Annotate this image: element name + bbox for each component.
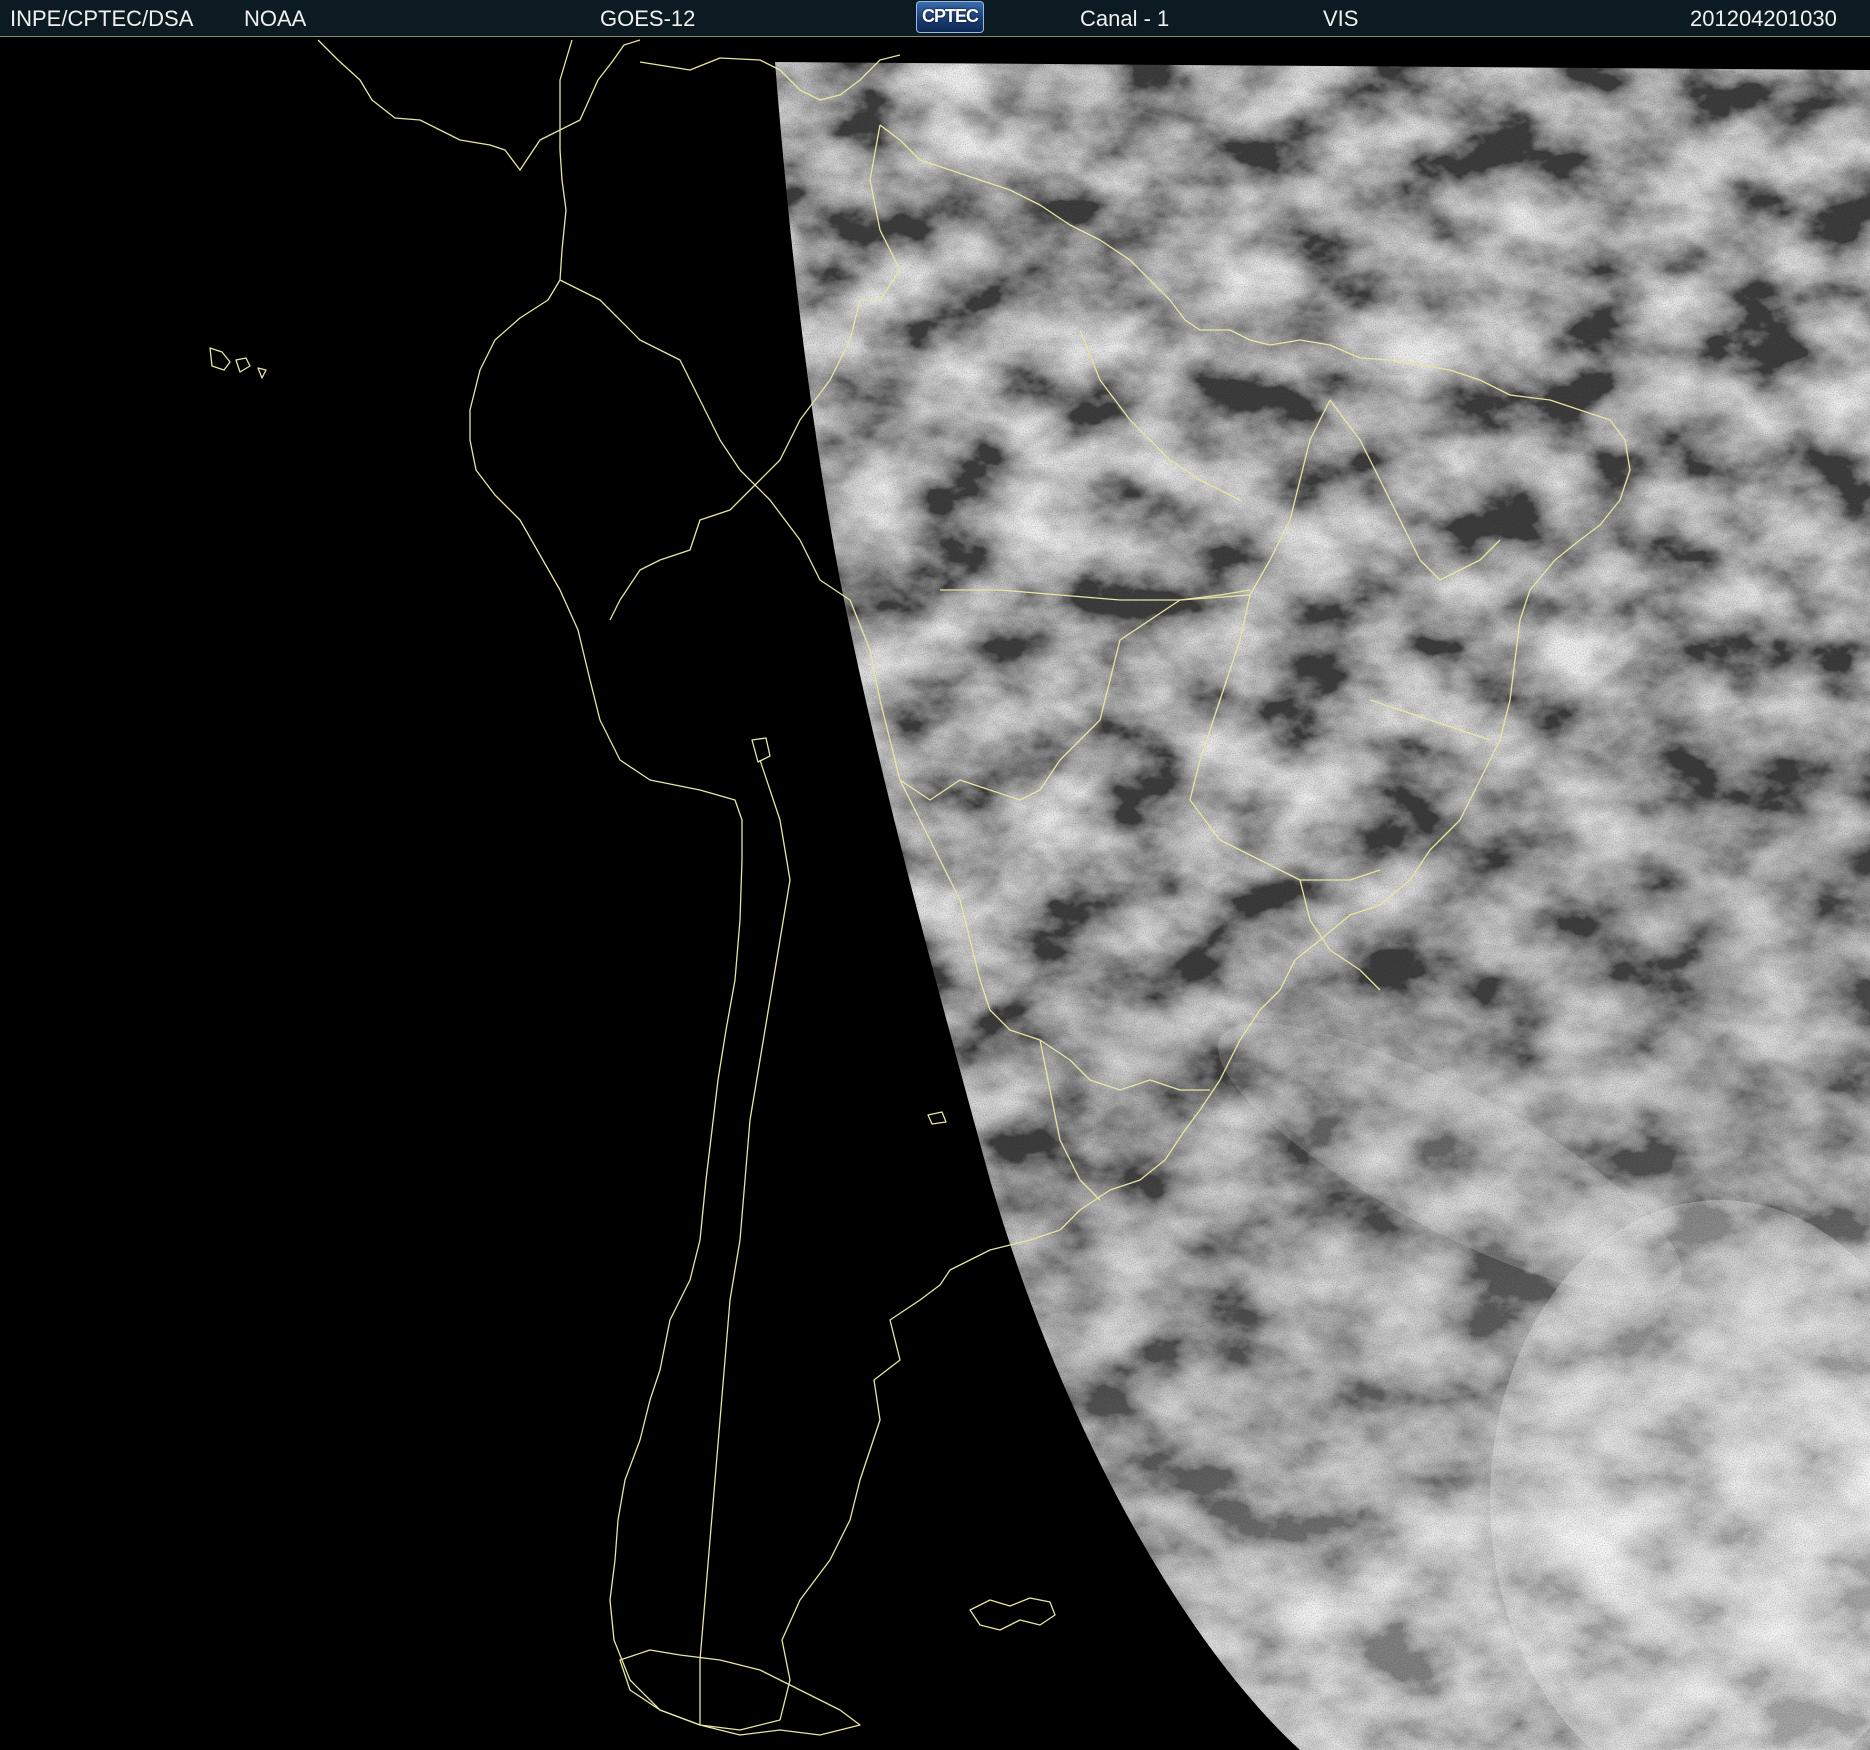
logo-text: CPTEC: [921, 6, 979, 26]
source-label: NOAA: [244, 6, 307, 31]
image-header-bar: INPE/CPTEC/DSA NOAA GOES-12 CPTEC Canal …: [0, 0, 1870, 37]
channel-label: Canal - 1: [1080, 6, 1170, 31]
agency-label: INPE/CPTEC/DSA: [10, 6, 194, 31]
satellite-map[interactable]: [0, 37, 1870, 1750]
satellite-label: GOES-12: [600, 6, 696, 31]
band-label: VIS: [1323, 6, 1359, 31]
cptec-logo-icon: CPTEC: [916, 1, 984, 33]
satellite-image-svg: [0, 37, 1870, 1750]
timestamp-label: 201204201030: [1690, 6, 1837, 31]
